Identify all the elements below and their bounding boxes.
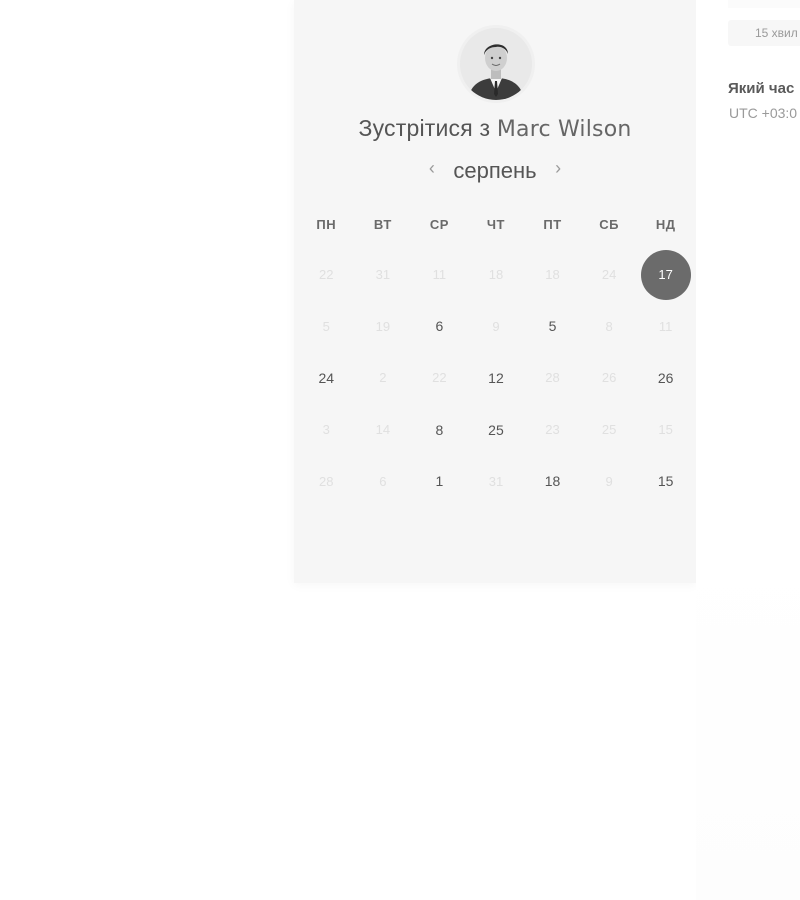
weekday-label: НД [655,217,676,232]
host-avatar [460,28,532,100]
day-number: 18 [544,473,561,490]
day-number: 9 [605,473,613,489]
day-number: 15 [657,473,674,490]
available-day[interactable]: 8 [411,404,468,456]
available-day[interactable]: 25 [468,404,525,456]
day-number: 26 [657,369,674,386]
day-number: 28 [545,370,560,386]
day-number: 31 [488,473,504,489]
chevron-right-icon[interactable]: › [541,158,575,179]
day-number: 24 [318,369,335,386]
unavailable-day: 11 [411,249,468,301]
day-number: 23 [545,422,560,438]
unavailable-day: 25 [581,404,638,456]
available-day[interactable]: 12 [468,352,525,404]
duration-badge: 15 хвил [728,20,800,46]
weekday-label: СР [429,217,449,232]
day-number: 8 [605,318,613,334]
day-number: 14 [375,422,391,438]
day-number: 6 [379,473,387,489]
calendar-week-row: 3 14 8 25 23 25 15 [298,404,694,456]
day-number: 22 [432,370,447,386]
day-number: 12 [488,369,504,386]
meeting-title: Зустрітися з Marc Wilson [294,115,696,142]
day-number: 26 [601,370,617,386]
unavailable-day: 15 [637,404,694,456]
weekday-label: ВТ [373,217,392,232]
unavailable-day: 9 [468,301,525,353]
day-number: 3 [322,422,330,438]
side-panel-top-bar [728,0,800,8]
weekday-label: ЧТ [486,217,505,232]
calendar-day-grid: 22 31 11 18 18 24 17 5 19 6 9 5 8 11 24 2 22 12 28 26 26 3 14 8… [298,249,694,507]
selected-day[interactable]: 17 [637,249,694,301]
weekday-label: ПТ [543,217,562,232]
available-day[interactable]: 18 [524,455,581,507]
day-number: 2 [379,370,387,386]
weekday-header: ПН ВТ СР ЧТ ПТ СБ НД [298,217,694,232]
day-number: 28 [319,473,334,489]
day-number: 25 [601,422,617,438]
unavailable-day: 23 [524,404,581,456]
day-number: 11 [658,318,673,334]
unavailable-day: 11 [637,301,694,353]
day-number: 17 [640,249,691,300]
day-number: 18 [545,267,560,283]
weekday-label: ПН [316,217,337,232]
host-photo [460,28,532,100]
unavailable-day: 24 [581,249,638,301]
timezone-value[interactable]: UTC +03:0 [729,105,797,121]
day-number: 25 [488,421,504,438]
available-day[interactable]: 24 [298,352,355,404]
calendar-week-row: 28 6 1 31 18 9 15 [298,455,694,507]
day-number: 1 [435,473,444,490]
day-number: 15 [658,422,673,438]
unavailable-day: 5 [298,301,355,353]
day-number: 19 [375,318,391,334]
available-day[interactable]: 15 [637,455,694,507]
unavailable-day: 26 [581,352,638,404]
unavailable-day: 3 [298,404,355,456]
chevron-left-icon[interactable]: ‹ [415,158,449,179]
unavailable-day: 9 [581,455,638,507]
calendar-week-row: 22 31 11 18 18 24 17 [298,249,694,301]
day-number: 22 [319,267,334,283]
available-day[interactable]: 26 [637,352,694,404]
calendar-week-row: 24 2 22 12 28 26 26 [298,352,694,404]
day-number: 11 [432,267,447,283]
day-number: 8 [435,421,444,438]
day-number: 5 [322,318,330,334]
day-number: 24 [601,267,617,283]
unavailable-day: 22 [411,352,468,404]
month-label: серпень [453,158,537,183]
unavailable-day: 14 [355,404,412,456]
day-number: 6 [435,318,444,335]
unavailable-day: 6 [355,455,412,507]
day-number: 31 [375,267,391,283]
unavailable-day: 18 [524,249,581,301]
month-navigation: ‹ серпень › [294,158,696,188]
unavailable-day: 28 [298,455,355,507]
unavailable-day: 19 [355,301,412,353]
available-day[interactable]: 1 [411,455,468,507]
meeting-heading-prefix: Зустрітися з [358,115,491,141]
unavailable-day: 22 [298,249,355,301]
day-number: 18 [488,267,504,283]
unavailable-day: 8 [581,301,638,353]
timezone-question: Який час [728,80,795,97]
weekday-label: СБ [599,217,619,232]
available-day[interactable]: 5 [524,301,581,353]
unavailable-day: 18 [468,249,525,301]
unavailable-day: 2 [355,352,412,404]
day-number: 5 [548,318,557,335]
calendar-week-row: 5 19 6 9 5 8 11 [298,301,694,353]
host-name: Marc Wilson [496,117,632,142]
unavailable-day: 31 [355,249,412,301]
available-day[interactable]: 6 [411,301,468,353]
side-panel [696,0,800,900]
day-number: 9 [492,318,500,334]
booking-page: Зустрітися з Marc Wilson ‹ серпень › ПН … [0,0,800,900]
unavailable-day: 31 [468,455,525,507]
unavailable-day: 28 [524,352,581,404]
